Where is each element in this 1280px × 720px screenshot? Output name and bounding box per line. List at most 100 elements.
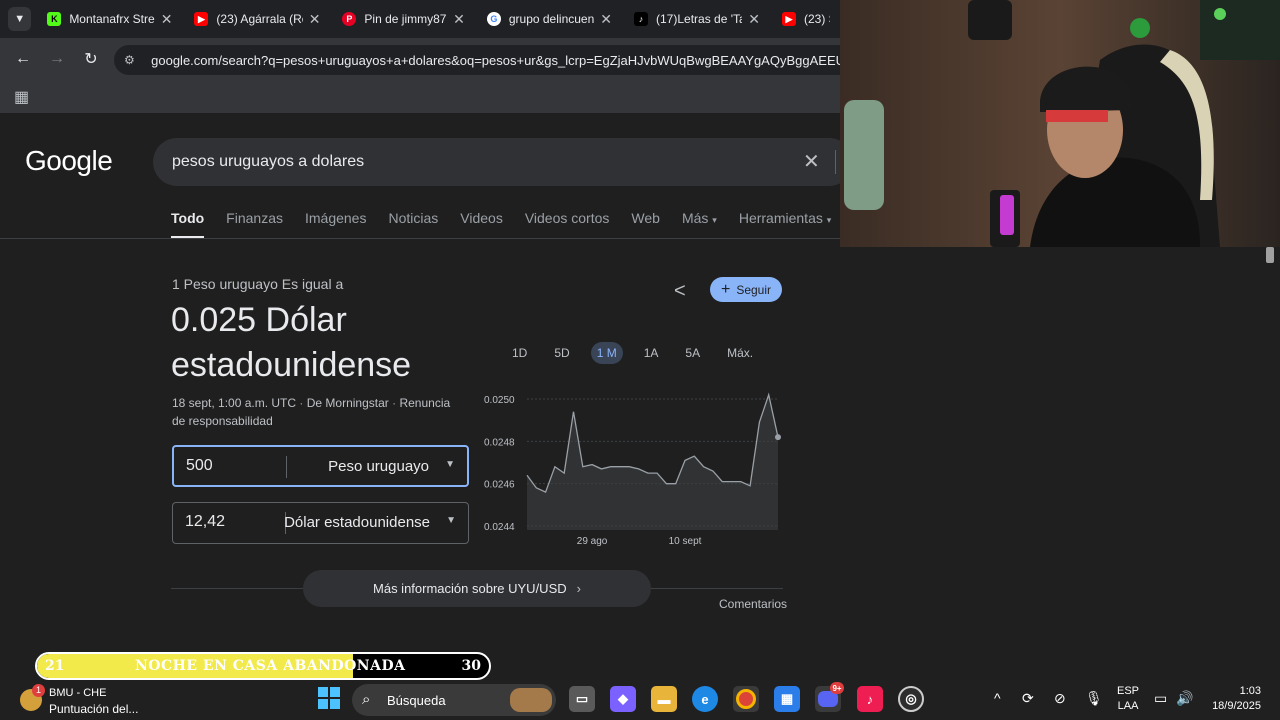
kick-icon: K bbox=[47, 12, 62, 26]
file-explorer-icon[interactable]: ▬ bbox=[651, 686, 677, 712]
taskbar-search[interactable]: ⌕ Búsqueda bbox=[352, 684, 556, 716]
follow-button[interactable]: + Seguir bbox=[710, 277, 782, 302]
microphone-icon[interactable]: 🎙 bbox=[1085, 690, 1103, 707]
windows-logo-pane bbox=[318, 699, 328, 709]
close-tab-icon[interactable]: ✕ bbox=[453, 11, 465, 28]
close-tab-icon[interactable]: ✕ bbox=[600, 11, 612, 28]
tab-imagenes[interactable]: Imágenes bbox=[305, 210, 366, 239]
tab-title: (17)Letras de 'Ta bbox=[656, 12, 743, 26]
tab-title: Montanafrx Stre bbox=[69, 12, 155, 26]
forward-button[interactable]: → bbox=[40, 50, 74, 68]
source-separator: · bbox=[392, 396, 397, 410]
browser-tab[interactable]: P Pin de jimmy87 ✕ bbox=[330, 4, 474, 34]
range-1a[interactable]: 1A bbox=[638, 342, 665, 364]
tab-mas[interactable]: Más ▾ bbox=[682, 210, 717, 239]
browser-tab[interactable]: ▶ (23) So bbox=[770, 4, 840, 34]
webcam-image bbox=[840, 0, 1280, 247]
exchange-rate-chart[interactable]: 0.0250 0.0248 0.0246 0.0244 29 ago 10 sept bbox=[482, 386, 784, 552]
reload-button[interactable]: ↻ bbox=[74, 49, 108, 69]
tab-finanzas[interactable]: Finanzas bbox=[226, 210, 283, 239]
dropdown-arrow-icon[interactable]: ▼ bbox=[445, 459, 455, 470]
from-amount-box[interactable]: 500 Peso uruguayo ▼ bbox=[172, 445, 469, 487]
back-button[interactable]: ← bbox=[6, 50, 40, 68]
tab-herramientas[interactable]: Herramientas ▾ bbox=[739, 210, 831, 239]
range-max[interactable]: Máx. bbox=[721, 342, 759, 364]
converter-source: 18 sept, 1:00 a.m. UTC · De Morningstar … bbox=[172, 394, 462, 430]
scrollbar-thumb[interactable] bbox=[1266, 247, 1274, 263]
close-tab-icon[interactable]: ✕ bbox=[161, 11, 173, 28]
store-icon[interactable]: ▦ bbox=[774, 686, 800, 712]
obs-icon[interactable]: ◎ bbox=[898, 686, 924, 712]
browser-tab[interactable]: K Montanafrx Stre ✕ bbox=[35, 4, 182, 34]
tab-web[interactable]: Web bbox=[631, 210, 660, 239]
x-tick-label: 10 sept bbox=[669, 536, 702, 547]
language-indicator[interactable]: ESP LAA bbox=[1117, 684, 1139, 714]
bookmarks-bar bbox=[0, 80, 840, 113]
tab-videos[interactable]: Videos bbox=[460, 210, 503, 239]
google-icon: G bbox=[486, 12, 501, 26]
range-1d[interactable]: 1D bbox=[506, 342, 533, 364]
address-bar[interactable]: ⚙ google.com/search?q=pesos+uruguayos+a+… bbox=[114, 45, 840, 75]
dropdown-arrow-icon[interactable]: ▼ bbox=[446, 515, 456, 526]
google-logo[interactable]: Google bbox=[25, 145, 113, 177]
y-tick-label: 0.0250 bbox=[484, 395, 515, 406]
tab-noticias[interactable]: Noticias bbox=[388, 210, 438, 239]
clock-date: 18/9/2025 bbox=[1212, 700, 1261, 712]
to-currency-select[interactable]: Dólar estadounidense bbox=[284, 514, 430, 531]
to-amount-input[interactable]: 12,42 bbox=[185, 513, 225, 531]
chart-area bbox=[527, 394, 778, 530]
tab-strip: ▼ K Montanafrx Stre ✕ ▶ (23) Agárrala (R… bbox=[0, 0, 840, 38]
range-1m[interactable]: 1 M bbox=[590, 342, 623, 364]
network-off-icon[interactable]: ⊘ bbox=[1054, 690, 1066, 707]
field-separator bbox=[286, 456, 287, 478]
task-view-icon[interactable]: ▭ bbox=[569, 686, 595, 712]
apps-grid-icon[interactable]: ▦ bbox=[14, 87, 29, 107]
windows-logo-pane bbox=[330, 687, 340, 697]
start-button[interactable] bbox=[318, 687, 340, 709]
more-info-button[interactable]: Más información sobre UYU/USD › bbox=[303, 570, 651, 607]
tab-herramientas-label: Herramientas bbox=[738, 210, 823, 226]
range-5a[interactable]: 5A bbox=[679, 342, 706, 364]
windows-logo-pane bbox=[318, 687, 328, 697]
site-info-icon[interactable]: ⚙ bbox=[124, 53, 139, 67]
search-query[interactable]: pesos uruguayos a dolares bbox=[172, 153, 364, 171]
range-5d[interactable]: 5D bbox=[548, 342, 575, 364]
tab-videos-cortos[interactable]: Videos cortos bbox=[525, 210, 610, 239]
converter-result: 0.025 Dólar estadounidense bbox=[171, 301, 412, 384]
tiktok-icon[interactable]: ♪ bbox=[857, 686, 883, 712]
search-box[interactable]: pesos uruguayos a dolares ✕ bbox=[153, 138, 840, 186]
clear-search-icon[interactable]: ✕ bbox=[803, 149, 820, 174]
tab-title: Pin de jimmy87 bbox=[364, 12, 447, 26]
browser-tab[interactable]: ▶ (23) Agárrala (Re ✕ bbox=[182, 4, 330, 34]
follow-label: Seguir bbox=[736, 282, 772, 297]
system-clock[interactable]: 1:03 18/9/2025 bbox=[1203, 684, 1261, 714]
webcam-overlay bbox=[840, 0, 1280, 247]
search-icon: ⌕ bbox=[362, 691, 371, 708]
more-info-label: Más información sobre UYU/USD bbox=[373, 581, 567, 596]
share-icon[interactable]: < bbox=[674, 280, 686, 303]
youtube-icon: ▶ bbox=[782, 12, 796, 26]
range-selector: 1D 5D 1 M 1A 5A Máx. bbox=[506, 342, 774, 364]
youtube-icon: ▶ bbox=[194, 12, 209, 26]
tab-title: grupo delincuen bbox=[508, 12, 595, 26]
to-amount-box[interactable]: 12,42 Dólar estadounidense ▼ bbox=[172, 502, 469, 544]
chrome-icon[interactable] bbox=[733, 686, 759, 712]
edge-icon[interactable]: e bbox=[692, 686, 718, 712]
tab-todo[interactable]: Todo bbox=[171, 210, 205, 239]
feedback-link[interactable]: Comentarios bbox=[719, 597, 787, 611]
display-icon[interactable]: ▭ bbox=[1154, 690, 1167, 707]
sync-icon[interactable]: ⟳ bbox=[1022, 690, 1034, 707]
from-currency-select[interactable]: Peso uruguayo bbox=[328, 458, 429, 475]
tab-search-button[interactable]: ▼ bbox=[8, 7, 32, 31]
close-tab-icon[interactable]: ✕ bbox=[748, 11, 760, 28]
volume-icon[interactable]: 🔊 bbox=[1176, 690, 1193, 707]
copilot-icon[interactable]: ◆ bbox=[610, 686, 636, 712]
browser-tab[interactable]: G grupo delincuen ✕ bbox=[475, 4, 622, 34]
windows-logo-pane bbox=[330, 699, 340, 709]
tray-overflow-icon[interactable]: ^ bbox=[994, 690, 1001, 706]
source-provider[interactable]: De Morningstar bbox=[307, 396, 389, 410]
close-tab-icon[interactable]: ✕ bbox=[309, 11, 321, 28]
browser-tab[interactable]: ♪ (17)Letras de 'Ta ✕ bbox=[622, 4, 770, 34]
from-amount-input[interactable]: 500 bbox=[186, 457, 213, 475]
y-tick-label: 0.0248 bbox=[484, 437, 515, 448]
